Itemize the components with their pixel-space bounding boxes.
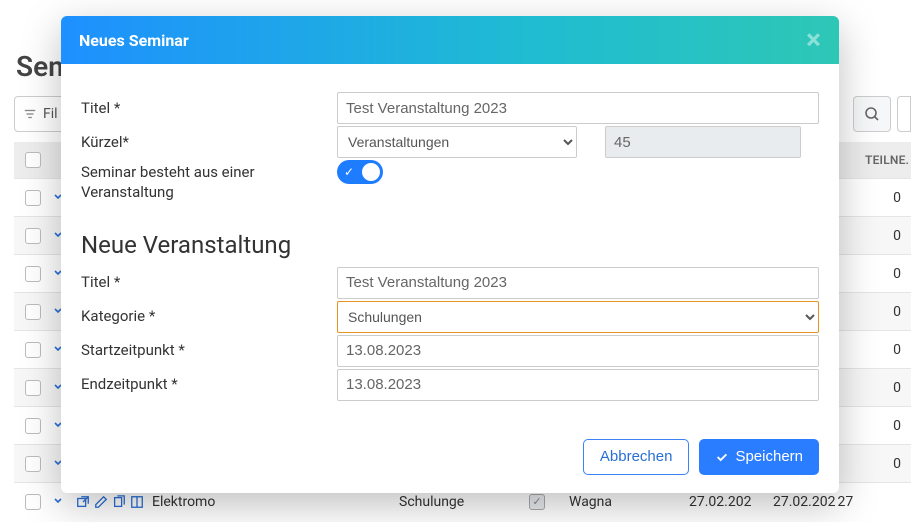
label-v-titel: Titel * [81, 272, 337, 292]
close-icon[interactable]: × [806, 26, 821, 54]
toggle-knob [362, 163, 380, 181]
check-icon: ✓ [344, 165, 354, 179]
label-v-end: Endzeitpunkt * [81, 374, 337, 394]
event-end-input[interactable] [337, 369, 819, 401]
event-start-input[interactable] [337, 335, 819, 367]
kuerzel-type-select[interactable]: Veranstaltungen [337, 126, 577, 158]
event-titel-input[interactable] [337, 267, 819, 299]
new-seminar-modal: Neues Seminar × Titel * Kürzel* Veransta… [61, 16, 839, 493]
label-titel: Titel * [81, 98, 337, 118]
modal-body: Titel * Kürzel* Veranstaltungen Seminar … [61, 64, 839, 421]
modal-header: Neues Seminar × [61, 16, 839, 64]
save-label: Speichern [735, 448, 803, 465]
label-v-start: Startzeitpunkt * [81, 340, 337, 360]
section-new-event: Neue Veranstaltung [81, 231, 819, 259]
save-button[interactable]: Speichern [699, 439, 819, 475]
cancel-button[interactable]: Abbrechen [583, 439, 690, 475]
label-single-event: Seminar besteht aus einer Veranstaltung [81, 160, 337, 203]
modal-title: Neues Seminar [79, 31, 189, 50]
cancel-label: Abbrechen [600, 448, 673, 465]
kuerzel-number-input [605, 126, 801, 158]
titel-input[interactable] [337, 92, 819, 124]
label-kuerzel: Kürzel* [81, 132, 337, 152]
modal-footer: Abbrechen Speichern [61, 421, 839, 493]
event-kategorie-select[interactable]: Schulungen [337, 301, 819, 333]
label-v-kategorie: Kategorie * [81, 306, 337, 326]
single-event-toggle[interactable]: ✓ [337, 160, 383, 184]
check-icon [715, 450, 729, 464]
